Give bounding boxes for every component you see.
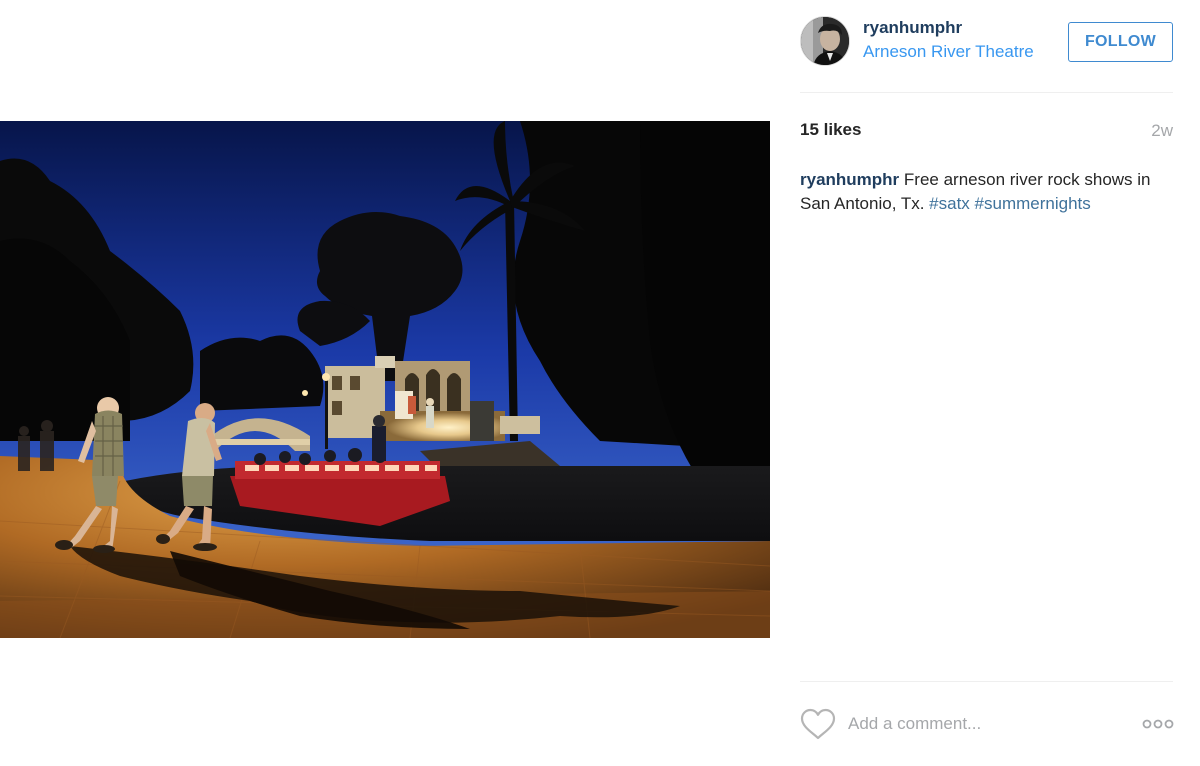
caption-username-link[interactable]: ryanhumphr xyxy=(800,170,899,189)
header-divider xyxy=(800,92,1173,93)
hashtag-link[interactable]: #summernights xyxy=(975,194,1091,213)
profile-photo xyxy=(801,17,849,65)
hashtag-link[interactable]: #satx xyxy=(929,194,970,213)
comment-input[interactable] xyxy=(848,710,1118,738)
post-location-link[interactable]: Arneson River Theatre xyxy=(863,42,1039,62)
post-caption: ryanhumphr Free arneson river rock shows… xyxy=(800,168,1173,216)
post-header: ryanhumphr Arneson River Theatre FOLLOW xyxy=(800,16,1173,68)
follow-button[interactable]: FOLLOW xyxy=(1068,22,1173,62)
comment-bar xyxy=(800,706,1174,742)
post-age[interactable]: 2w xyxy=(1151,121,1173,141)
post-username-link[interactable]: ryanhumphr xyxy=(863,18,962,38)
more-options-icon[interactable] xyxy=(1142,716,1174,732)
night-river-stage-photo xyxy=(0,121,770,638)
comment-divider xyxy=(800,681,1173,682)
heart-icon[interactable] xyxy=(800,708,836,740)
avatar[interactable] xyxy=(800,16,850,66)
post-details-panel: ryanhumphr Arneson River Theatre FOLLOW … xyxy=(800,0,1174,766)
post-photo[interactable] xyxy=(0,121,770,638)
likes-count[interactable]: 15 likes xyxy=(800,120,861,140)
